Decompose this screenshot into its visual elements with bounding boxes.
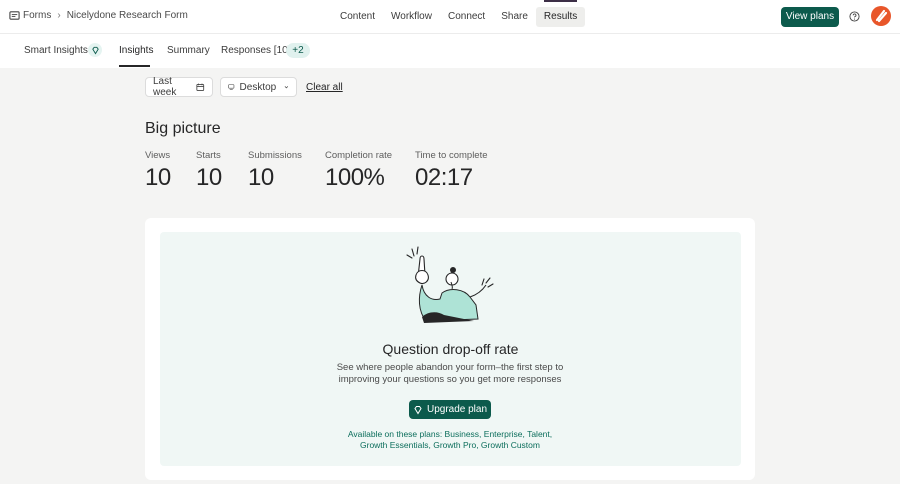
calendar-icon — [196, 83, 205, 91]
upgrade-plan-label: Upgrade plan — [426, 404, 488, 415]
desktop-icon — [228, 84, 235, 90]
metric-value: 10 — [196, 164, 222, 191]
nav-workflow[interactable]: Workflow — [383, 7, 440, 27]
nav-results[interactable]: Results — [535, 0, 586, 27]
metric-value: 100% — [325, 164, 385, 191]
metric-label: Time to complete — [415, 150, 488, 161]
device-filter-label: Desktop — [239, 81, 277, 93]
tab-smart-insights[interactable]: Smart Insights — [24, 45, 88, 56]
nav-share[interactable]: Share — [493, 7, 536, 27]
metric-label: Starts — [196, 150, 221, 161]
chevron-right-icon: › — [57, 10, 61, 21]
person-waving-illustration — [406, 246, 494, 323]
metric-time-to-complete: Time to complete 02:17 — [415, 150, 488, 192]
available-plans-line-1: Available on these plans: Business, Ente… — [347, 429, 553, 439]
smart-insights-gem-icon — [88, 43, 102, 57]
date-filter-label: Last week — [153, 76, 177, 98]
metric-label: Completion rate — [325, 150, 393, 161]
brand-logo-icon — [875, 9, 888, 23]
clear-all-link[interactable]: Clear all — [306, 82, 343, 93]
date-filter[interactable]: Last week — [145, 76, 213, 98]
metric-value: 02:17 — [415, 164, 473, 191]
tab-responses[interactable]: Responses [10] — [221, 45, 291, 56]
metric-label: Views — [145, 150, 171, 161]
active-tab-underline — [119, 65, 150, 67]
metric-value: 10 — [145, 164, 171, 191]
chevron-down-icon — [284, 86, 289, 89]
big-picture-title: Big picture — [145, 120, 221, 137]
breadcrumb: Forms › Nicelydone Research Form — [9, 10, 188, 21]
tab-insights[interactable]: Insights — [119, 45, 153, 56]
device-filter[interactable]: Desktop — [220, 77, 297, 97]
available-plans-line-2: Growth Essentials, Growth Pro, Growth Cu… — [360, 440, 540, 450]
forms-icon[interactable] — [9, 10, 20, 21]
tab-summary[interactable]: Summary — [167, 45, 210, 56]
metric-submissions: Submissions 10 — [248, 150, 302, 192]
dropoff-title: Question drop-off rate — [382, 341, 519, 357]
breadcrumb-form-name[interactable]: Nicelydone Research Form — [67, 10, 188, 21]
metric-completion-rate: Completion rate 100% — [325, 150, 392, 192]
upgrade-plan-button[interactable]: Upgrade plan — [409, 400, 491, 419]
metric-value: 10 — [248, 164, 274, 191]
breadcrumb-forms[interactable]: Forms — [23, 10, 51, 21]
avatar[interactable] — [871, 6, 891, 26]
top-bar: Forms › Nicelydone Research Form Content… — [0, 0, 900, 34]
metric-views: Views 10 — [145, 150, 171, 192]
view-plans-button[interactable]: View plans — [781, 7, 839, 27]
sub-nav: Smart Insights Insights Summary Response… — [0, 34, 900, 68]
main-nav: Content Workflow Connect Share Results — [332, 0, 586, 34]
more-tabs-badge[interactable]: +2 — [286, 43, 310, 58]
available-plans-text: Available on these plans: Business, Ente… — [330, 429, 570, 451]
nav-connect[interactable]: Connect — [440, 7, 493, 27]
nav-content[interactable]: Content — [332, 7, 383, 27]
metric-starts: Starts 10 — [196, 150, 222, 192]
dropoff-description: See where people abandon your form–the f… — [336, 362, 564, 385]
gem-icon — [414, 405, 422, 414]
metric-label: Submissions — [248, 150, 302, 161]
help-icon[interactable] — [849, 11, 860, 22]
